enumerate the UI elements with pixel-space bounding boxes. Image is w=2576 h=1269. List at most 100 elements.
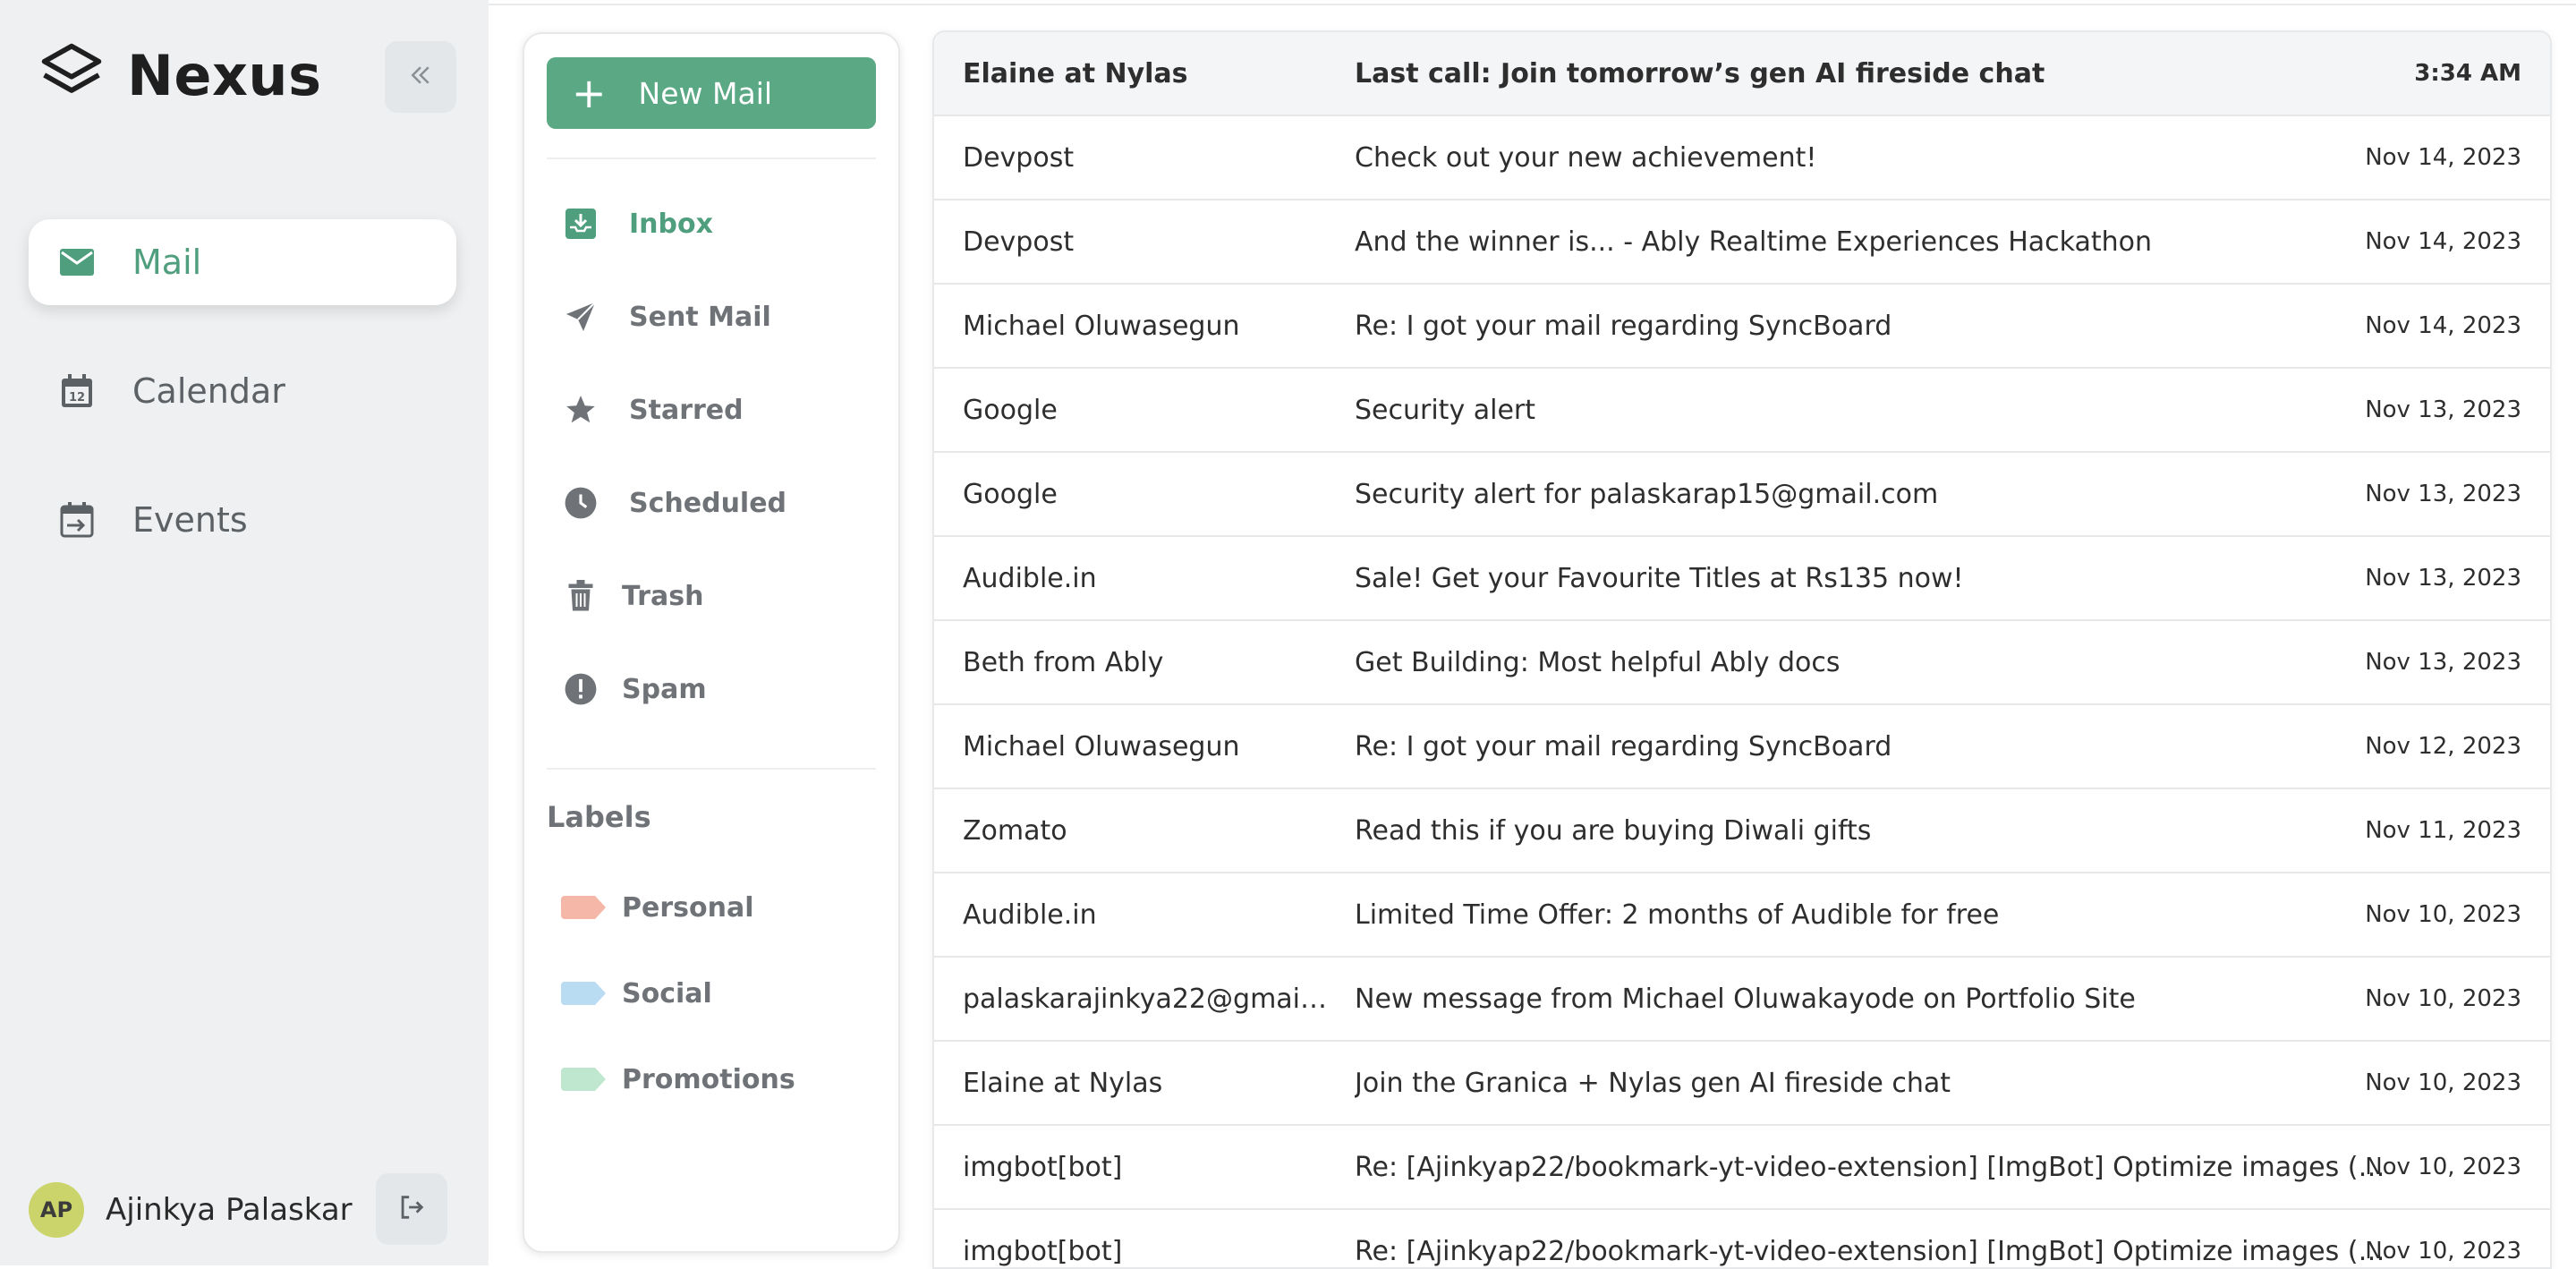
logout-button[interactable]: [376, 1173, 447, 1245]
mail-row[interactable]: Devpost Check out your new achievement! No…: [934, 116, 2550, 200]
mail-date: Nov 13, 2023: [2365, 481, 2521, 507]
label-promotions[interactable]: Promotions: [547, 1036, 876, 1122]
label-name: Personal: [622, 891, 754, 924]
app-nav-mail[interactable]: Mail: [29, 219, 456, 305]
divider: [547, 158, 876, 159]
brand[interactable]: Nexus: [38, 39, 321, 111]
new-mail-button[interactable]: + New Mail: [547, 57, 876, 129]
mail-date: Nov 14, 2023: [2365, 144, 2521, 171]
mail-row[interactable]: Michael Oluwasegun Re: I got your mail re…: [934, 285, 2550, 369]
calendar-arrow-icon: [57, 500, 97, 540]
mail-row[interactable]: Beth from Ably Get Building: Most helpful…: [934, 621, 2550, 705]
app-nav-label: Mail: [132, 243, 202, 282]
label-personal[interactable]: Personal: [547, 864, 876, 950]
folder-label: Scheduled: [629, 487, 787, 519]
folder-spam[interactable]: Spam: [547, 643, 876, 736]
divider: [547, 768, 876, 770]
svg-text:12: 12: [69, 391, 85, 405]
folder-label: Spam: [622, 673, 707, 705]
mail-row[interactable]: Michael Oluwasegun Re: I got your mail re…: [934, 705, 2550, 789]
mail-row[interactable]: imgbot[bot] Re: [Ajinkyap22/bookmark-yt-v…: [934, 1210, 2550, 1267]
mail-subject: Re: I got your mail regarding SyncBoard: [1355, 730, 1892, 762]
mail-date: Nov 11, 2023: [2365, 817, 2521, 844]
mail-row[interactable]: Elaine at Nylas Join the Granica + Nylas …: [934, 1042, 2550, 1126]
label-name: Promotions: [622, 1063, 795, 1095]
mail-sender: Audible.in: [963, 562, 1097, 594]
mail-sender: Elaine at Nylas: [963, 1067, 1163, 1099]
folder-label: Starred: [629, 394, 744, 426]
mail-sender: Michael Oluwasegun: [963, 730, 1240, 762]
top-divider: [489, 4, 2576, 5]
label-social[interactable]: Social: [547, 950, 876, 1036]
folder-label: Sent Mail: [629, 301, 771, 333]
inbox-icon: [561, 204, 600, 243]
mail-sender: Audible.in: [963, 899, 1097, 931]
mail-sender: Michael Oluwasegun: [963, 310, 1240, 342]
logout-icon: [396, 1192, 427, 1226]
folder-inbox[interactable]: Inbox: [547, 177, 876, 270]
mail-subject: New message from Michael Oluwakayode on …: [1355, 983, 2136, 1015]
app-nav-label: Calendar: [132, 371, 285, 411]
mail-subject: Check out your new achievement!: [1355, 141, 1817, 174]
mail-sender: Google: [963, 394, 1058, 426]
user-name: Ajinkya Palaskar: [106, 1192, 353, 1228]
mail-date: Nov 10, 2023: [2365, 1238, 2521, 1265]
mail-subject: Last call: Join tomorrow’s gen AI firesi…: [1355, 57, 2045, 89]
mail-date: Nov 13, 2023: [2365, 396, 2521, 423]
clock-icon: [561, 483, 600, 523]
avatar[interactable]: AP: [29, 1182, 84, 1238]
send-icon: [561, 297, 600, 336]
chevrons-left-icon: [407, 56, 434, 98]
folder-trash[interactable]: Trash: [547, 549, 876, 643]
mail-row[interactable]: Audible.in Limited Time Offer: 2 months o…: [934, 873, 2550, 958]
label-name: Social: [622, 977, 712, 1009]
app-name: Nexus: [127, 42, 322, 108]
trash-icon: [561, 576, 600, 616]
mail-subject: Re: I got your mail regarding SyncBoard: [1355, 310, 1892, 342]
mail-sender: Google: [963, 478, 1058, 510]
mail-subject: Re: [Ajinkyap22/bookmark-yt-video-extens…: [1355, 1235, 2393, 1267]
folder-starred[interactable]: Starred: [547, 363, 876, 456]
label-list: Personal Social Promotions: [547, 864, 876, 1122]
mail-subject: Get Building: Most helpful Ably docs: [1355, 646, 1841, 678]
mail-row[interactable]: Zomato Read this if you are buying Diwali…: [934, 789, 2550, 873]
collapse-sidebar-button[interactable]: [385, 41, 456, 113]
mail-sender: palaskarajinkya22@gmail.com: [963, 983, 1330, 1015]
mail-date: Nov 10, 2023: [2365, 985, 2521, 1012]
mail-row[interactable]: Audible.in Sale! Get your Favourite Title…: [934, 537, 2550, 621]
mail-subject: Security alert: [1355, 394, 1536, 426]
new-mail-label: New Mail: [638, 75, 773, 111]
mail-date: Nov 10, 2023: [2365, 1154, 2521, 1180]
mail-sender: imgbot[bot]: [963, 1235, 1123, 1267]
tag-icon: [561, 982, 606, 1005]
labels-heading: Labels: [547, 800, 651, 834]
folder-list: Inbox Sent Mail Starred Scheduled Trash: [547, 177, 876, 736]
app-nav: Mail 12 Calendar Events: [29, 219, 456, 606]
mail-subject: Security alert for palaskarap15@gmail.co…: [1355, 478, 1939, 510]
mail-date: Nov 12, 2023: [2365, 733, 2521, 760]
folder-sent[interactable]: Sent Mail: [547, 270, 876, 363]
mail-row[interactable]: imgbot[bot] Re: [Ajinkyap22/bookmark-yt-v…: [934, 1126, 2550, 1210]
user-bar: AP Ajinkya Palaskar: [29, 1173, 456, 1245]
folder-scheduled[interactable]: Scheduled: [547, 456, 876, 549]
mail-row[interactable]: Elaine at Nylas Last call: Join tomorrow’…: [934, 32, 2550, 116]
mail-sender: Devpost: [963, 141, 1075, 174]
app-nav-events[interactable]: Events: [29, 477, 456, 563]
mail-row[interactable]: Google Security alert for palaskarap15@gm…: [934, 453, 2550, 537]
mail-date: Nov 14, 2023: [2365, 312, 2521, 339]
mail-sender: imgbot[bot]: [963, 1151, 1123, 1183]
mail-row[interactable]: Google Security alert Nov 13, 2023: [934, 369, 2550, 453]
app-sidebar: Nexus Mail 12 Calendar Events AP Ajinkya…: [0, 0, 489, 1265]
mail-sender: Beth from Ably: [963, 646, 1164, 678]
mail-date: Nov 10, 2023: [2365, 901, 2521, 928]
mail-row[interactable]: Devpost And the winner is... - Ably Realt…: [934, 200, 2550, 285]
mail-date: Nov 10, 2023: [2365, 1069, 2521, 1096]
app-nav-label: Events: [132, 500, 248, 540]
tag-icon: [561, 1068, 606, 1091]
app-nav-calendar[interactable]: 12 Calendar: [29, 348, 456, 434]
star-icon: [561, 390, 600, 430]
mail-row[interactable]: palaskarajinkya22@gmail.com New message f…: [934, 958, 2550, 1042]
envelope-icon: [57, 243, 97, 282]
mail-subject: Re: [Ajinkyap22/bookmark-yt-video-extens…: [1355, 1151, 2393, 1183]
mail-sender: Devpost: [963, 226, 1075, 258]
